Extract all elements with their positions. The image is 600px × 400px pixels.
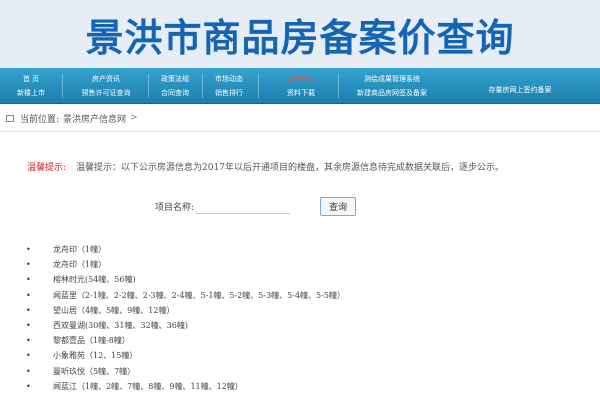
project-link[interactable]: 西双曼湖(30幢、31幢、32幢、36幢) [53, 320, 188, 331]
site-banner: 景洪市商品房备案价查询 [0, 0, 600, 68]
breadcrumb: 当前位置: 景洪房产信息网 > [0, 109, 600, 127]
search-label: 项目名称: [155, 203, 195, 213]
nav-link-news[interactable]: 房产资讯 [70, 75, 142, 84]
list-item[interactable]: • 闻蓝江（1幢、2幢、7幢、8幢、9幢、11幢、12幢） [26, 379, 345, 394]
list-item[interactable]: • 西双曼湖(30幢、31幢、32幢、36幢) [26, 318, 345, 333]
bullet-icon: • [26, 305, 31, 315]
nav-column-resale: 存量房网上签约备案 [480, 68, 560, 104]
nav-link-sales-ranking[interactable]: 销售排行 [206, 89, 252, 98]
nav-column-news: 房产资讯 预售许可证查询 [70, 68, 142, 104]
list-item[interactable]: • 小象雅苑（12、15幢） [26, 348, 345, 363]
bullet-icon: • [26, 290, 31, 300]
breadcrumb-site-link[interactable]: 景洪房产信息网 [63, 112, 126, 125]
divider [0, 131, 600, 132]
nav-column-signing: 网签信息 资料下载 [278, 68, 324, 104]
nav-separator [62, 74, 63, 98]
breadcrumb-label: 当前位置: [20, 114, 60, 125]
bullet-icon: • [26, 275, 31, 285]
nav-column-policy: 政策法规 合同查询 [152, 68, 198, 104]
nav-column-survey: 测绘成果管理系统 新建商品房网签及备案 [348, 68, 436, 104]
nav-link-resale-signing[interactable]: 存量房网上签约备案 [480, 86, 560, 95]
project-link[interactable]: 小象雅苑（12、15幢） [53, 350, 137, 361]
bullet-icon: • [26, 260, 31, 270]
project-link[interactable]: 黎都壹品（1幢-8幢） [53, 335, 130, 346]
project-link[interactable]: 龙舟印（1幢） [53, 259, 106, 270]
notice-text: 温馨提示：以下公示房源信息为2017年以后开通项目的楼盘，其余房源信息待完成数据… [76, 163, 504, 173]
list-item[interactable]: • 黎都壹品（1幢-8幢） [26, 333, 345, 348]
nav-link-downloads[interactable]: 资料下载 [278, 89, 324, 98]
project-link[interactable]: 龙舟印（1幢） [53, 244, 106, 255]
bullet-icon: • [26, 245, 31, 255]
list-item[interactable]: • 榕林时光(54幢、56幢) [26, 272, 345, 287]
bullet-icon: • [26, 321, 31, 331]
nav-separator [148, 74, 149, 98]
nav-column-market: 市场动态 销售排行 [206, 68, 252, 104]
project-search: 项目名称: 查询 [155, 197, 357, 216]
nav-separator [258, 74, 259, 98]
list-item[interactable]: • 闻蓝里（2-1幢、2-2幢、2-3幢、2-4幢、5-1幢、5-2幢、5-3幢、… [26, 288, 345, 303]
nav-link-contract-query[interactable]: 合同查询 [152, 89, 198, 98]
location-icon [6, 114, 14, 122]
bullet-icon: • [26, 366, 31, 376]
project-link[interactable]: 望山居（4幢、5幢、9幢、12幢） [53, 305, 174, 316]
bullet-icon: • [26, 351, 31, 361]
project-link[interactable]: 曼听玖悦（5幢、7幢） [53, 366, 135, 377]
list-item[interactable]: • 望山居（4幢、5幢、9幢、12幢） [26, 303, 345, 318]
project-name-input[interactable] [196, 199, 291, 214]
nav-link-new-house-signing[interactable]: 新建商品房网签及备案 [348, 89, 436, 98]
project-link[interactable]: 闻蓝里（2-1幢、2-2幢、2-3幢、2-4幢、5-1幢、5-2幢、5-3幢、5… [53, 290, 345, 301]
list-item[interactable]: • 龙舟印（1幢） [26, 242, 345, 257]
nav-link-new-listings[interactable]: 新楼上市 [8, 89, 54, 98]
nav-link-home[interactable]: 首 页 [8, 75, 54, 84]
project-link[interactable]: 闻蓝江（1幢、2幢、7幢、8幢、9幢、11幢、12幢） [53, 381, 243, 392]
bullet-icon: • [26, 381, 31, 391]
banner-title: 景洪市商品房备案价查询 [85, 15, 515, 60]
nav-link-market[interactable]: 市场动态 [206, 75, 252, 84]
main-navbar: 首 页 新楼上市 房产资讯 预售许可证查询 政策法规 合同查询 市场动态 销售排… [0, 68, 600, 104]
project-link[interactable]: 榕林时光(54幢、56幢) [53, 274, 136, 285]
search-button[interactable]: 查询 [320, 197, 357, 216]
nav-link-policy[interactable]: 政策法规 [152, 75, 198, 84]
bullet-icon: • [26, 336, 31, 346]
notice: 温馨提示: 温馨提示：以下公示房源信息为2017年以后开通项目的楼盘，其余房源信息… [27, 160, 587, 173]
nav-link-survey-system[interactable]: 测绘成果管理系统 [348, 75, 436, 84]
project-list: • 龙舟印（1幢） • 龙舟印（1幢） • 榕林时光(54幢、56幢) • 闻蓝里（2-… [26, 242, 345, 394]
breadcrumb-arrow-icon: > [130, 113, 138, 123]
list-item[interactable]: • 曼听玖悦（5幢、7幢） [26, 364, 345, 379]
notice-label: 温馨提示: [27, 163, 67, 173]
nav-link-presale-permit[interactable]: 预售许可证查询 [70, 89, 142, 98]
list-item[interactable]: • 龙舟印（1幢） [26, 257, 345, 272]
nav-separator [338, 74, 339, 98]
nav-separator [202, 74, 203, 98]
nav-link-signing-info[interactable]: 网签信息 [278, 75, 324, 84]
nav-column-home: 首 页 新楼上市 [8, 68, 54, 104]
